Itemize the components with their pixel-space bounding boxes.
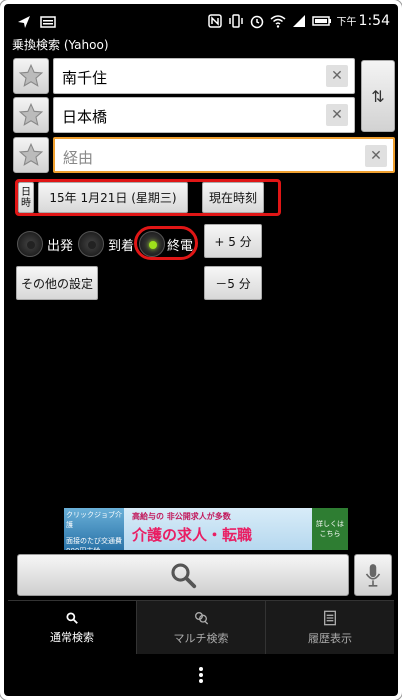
clear-to-button[interactable]: ✕ — [326, 104, 348, 126]
favorite-via-button[interactable] — [13, 137, 49, 173]
search-icon — [66, 611, 78, 624]
clock: 下午 1:54 — [336, 13, 390, 29]
tab-label: 履歴表示 — [308, 631, 352, 645]
multi-search-icon — [195, 611, 209, 624]
date-picker-button[interactable]: 15年 1月21日 (星期三) — [38, 182, 188, 213]
to-station-value: 日本橋 — [62, 108, 108, 126]
voice-input-button[interactable] — [354, 554, 392, 596]
clear-from-button[interactable]: ✕ — [326, 65, 348, 87]
vibrate-icon — [228, 14, 243, 28]
ad-sub: 面接のたび交通費 000円支給 — [66, 537, 122, 550]
app-title: 乗換検索 (Yahoo) — [12, 38, 109, 52]
clear-via-button[interactable]: ✕ — [365, 145, 387, 167]
alarm-icon — [250, 15, 263, 29]
from-station-value: 南千住 — [62, 69, 108, 87]
ad-content: 高給与の 非公開求人が多数 介護の求人・転職 — [124, 508, 324, 550]
ad-headline: 高給与の 非公開求人が多数 — [132, 512, 231, 521]
overflow-menu-icon[interactable] — [198, 665, 204, 685]
search-button[interactable] — [17, 554, 349, 596]
minus-5-min-button[interactable]: －5 分 — [204, 266, 262, 300]
bottom-tabs: 通常検索 マルチ検索 履歴表示 — [8, 600, 394, 654]
other-settings-button[interactable]: その他の設定 — [16, 266, 98, 300]
last-train-highlight — [134, 226, 198, 260]
ad-brand: クリックジョブ介護 — [66, 511, 122, 529]
star-icon — [18, 63, 44, 87]
via-station-placeholder: 経由 — [63, 149, 94, 167]
datetime-mode-label[interactable]: 日時 — [18, 182, 34, 213]
departure-radio[interactable] — [17, 231, 43, 257]
favorite-to-button[interactable] — [13, 97, 49, 133]
status-bar: 下午 1:54 — [8, 8, 394, 38]
star-icon — [18, 102, 44, 126]
keyboard-icon — [40, 16, 56, 28]
favorite-from-button[interactable] — [13, 58, 49, 94]
nfc-icon — [207, 14, 222, 28]
ad-main-text: 介護の求人・転職 — [132, 526, 253, 544]
signal-icon — [292, 15, 305, 27]
current-time-button[interactable]: 現在時刻 — [202, 182, 264, 213]
tab-label: 通常検索 — [50, 630, 94, 644]
tab-multi-search[interactable]: マルチ検索 — [137, 601, 266, 654]
wifi-icon — [270, 15, 286, 28]
arrival-label: 到着 — [108, 239, 135, 254]
tab-normal-search[interactable]: 通常検索 — [8, 601, 137, 654]
star-icon — [18, 142, 44, 166]
plus-5-min-button[interactable]: + 5 分 — [204, 224, 262, 258]
arrival-radio[interactable] — [78, 231, 104, 257]
microphone-icon — [365, 564, 381, 587]
datetime-row: 日時 15年 1月21日 (星期三) 現在時刻 — [15, 179, 281, 216]
ad-logo: クリックジョブ介護 面接のたび交通費 000円支給 — [64, 508, 124, 550]
navigation-icon — [18, 16, 30, 28]
battery-icon — [311, 16, 331, 26]
departure-label: 出発 — [47, 239, 74, 254]
system-nav-bar — [8, 654, 394, 696]
to-station-field[interactable]: 日本橋 ✕ — [53, 97, 355, 133]
ad-banner[interactable]: クリックジョブ介護 面接のたび交通費 000円支給 高給与の 非公開求人が多数 … — [64, 508, 348, 550]
history-list-icon — [324, 610, 336, 625]
swap-stations-button[interactable]: ⇅ — [361, 60, 395, 132]
tab-history[interactable]: 履歴表示 — [266, 601, 394, 654]
search-icon — [171, 563, 197, 589]
tab-label: マルチ検索 — [173, 631, 229, 645]
swap-icon: ⇅ — [371, 86, 385, 106]
ad-cta[interactable]: 詳しくは こちら — [312, 508, 348, 550]
phone-screen: 下午 1:54 乗換検索 (Yahoo) 南千住 ✕ 日本橋 ✕ ⇅ 経由 ✕ 日… — [0, 0, 402, 700]
via-station-field[interactable]: 経由 ✕ — [53, 137, 395, 173]
from-station-field[interactable]: 南千住 ✕ — [53, 58, 355, 94]
